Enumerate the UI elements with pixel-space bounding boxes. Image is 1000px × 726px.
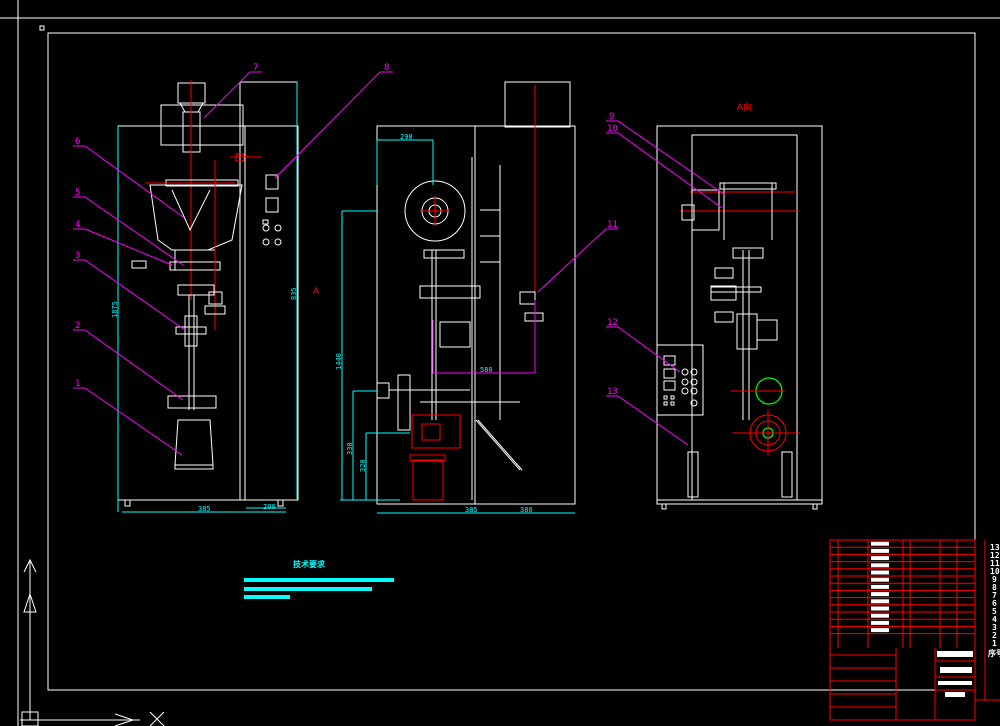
parts-list-cell — [871, 556, 889, 561]
dim-motor-height-2: 320 — [359, 459, 367, 472]
dim-left-panel-width: 200 — [263, 503, 276, 511]
parts-list-cell — [871, 592, 889, 597]
ucs-icon — [20, 558, 165, 726]
part-label-10: 10 — [607, 124, 618, 134]
parts-list-cell — [871, 577, 889, 582]
part-label-5: 5 — [75, 188, 80, 198]
parts-list-cell — [871, 570, 889, 575]
parts-list-cell — [871, 563, 889, 568]
part-label-11: 11 — [607, 220, 618, 230]
part-label-1: 1 — [75, 379, 80, 389]
dim-total-height: 1440 — [335, 353, 343, 370]
dim-roll-offset: 290 — [400, 133, 413, 141]
cad-drawing-canvas: 1875 835 385 200 A 290 1440 580 330 320 … — [0, 0, 1000, 726]
view-a-label: A向 — [737, 101, 752, 113]
parts-list-cell — [871, 620, 889, 625]
side-number: 1 — [992, 639, 997, 648]
dim-motor-height-1: 330 — [346, 442, 354, 455]
front-view — [117, 80, 299, 513]
side-number-column: 13 12 11 10 9 8 7 6 5 4 3 2 1 序号 — [988, 543, 1000, 658]
dim-shaft-offset: 580 — [480, 366, 493, 374]
part-label-3: 3 — [75, 251, 80, 261]
dim-left-width: 385 — [198, 505, 211, 513]
part-label-9: 9 — [609, 112, 614, 122]
parts-list-cell — [871, 548, 889, 553]
part-label-8: 8 — [384, 63, 389, 73]
side-number-header: 序号 — [988, 648, 1000, 658]
motor — [409, 414, 461, 501]
leader-lines — [73, 71, 726, 456]
part-label-6: 6 — [75, 137, 80, 147]
side-view — [340, 81, 576, 514]
parts-list-cell — [871, 541, 889, 546]
parts-list-cell — [871, 606, 889, 611]
control-panel — [656, 344, 704, 416]
dim-base-width-2: 380 — [520, 506, 533, 514]
cad-drawing: 1875 835 385 200 A 290 1440 580 330 320 … — [0, 0, 1000, 726]
part-label-4: 4 — [75, 220, 80, 230]
dim-left-panel-height: 835 — [290, 287, 298, 300]
part-label-2: 2 — [75, 321, 80, 331]
parts-list-cell — [871, 599, 889, 604]
part-label-7: 7 — [253, 63, 258, 73]
part-label-13: 13 — [607, 387, 618, 397]
dim-base-width-1: 385 — [465, 506, 478, 514]
tech-requirements-heading: 技术要求 — [293, 559, 326, 569]
section-marker: A — [313, 287, 320, 297]
tech-requirements-lines — [244, 578, 394, 599]
parts-list-cell — [871, 628, 889, 633]
parts-list-cell — [871, 584, 889, 589]
view-a — [656, 125, 823, 510]
dim-left-height: 1875 — [111, 301, 119, 318]
title-block — [829, 539, 1000, 721]
parts-list-cell — [871, 613, 889, 618]
part-label-12: 12 — [607, 318, 618, 328]
